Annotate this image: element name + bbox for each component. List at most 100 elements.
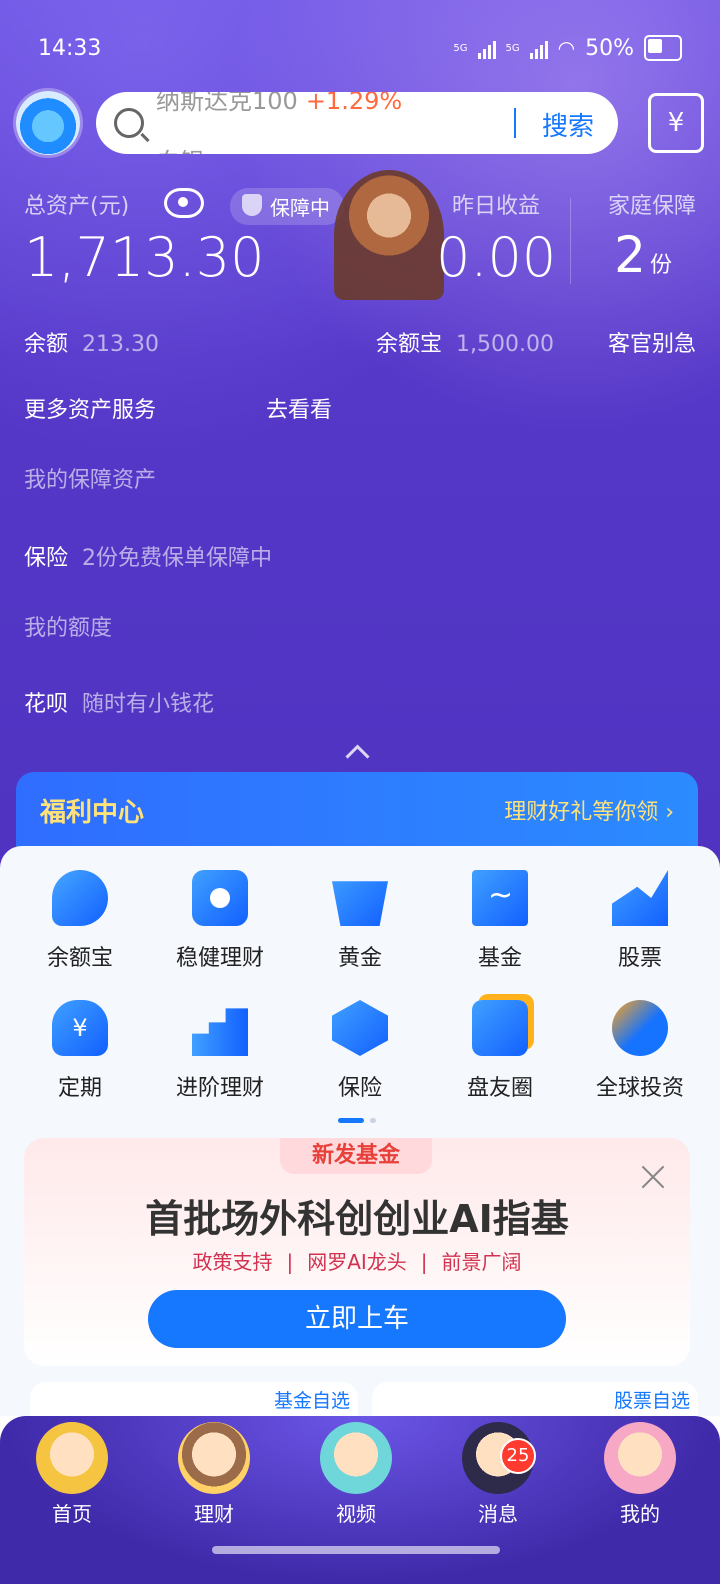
my-protect-heading: 我的保障资产 [24,468,157,493]
unread-badge: 25 [500,1438,536,1474]
total-assets-label: 总资产(元) [24,194,130,219]
chat-icon [472,1000,528,1056]
go-see-link[interactable]: 去看看 [266,392,332,424]
welfare-link[interactable]: 理财好礼等你领 › [504,794,674,826]
grid-item-gold[interactable]: 黄金 [290,870,430,972]
grid-item-steady[interactable]: 稳健理财 [150,870,290,972]
huabei-row[interactable]: 花呗 随时有小钱花 [24,686,696,718]
family-protection-value[interactable]: 2份 [614,226,672,284]
more-services-label: 更多资产服务 [24,398,157,423]
yuebao-entry[interactable]: 余额宝 1,500.00 [376,326,554,358]
welfare-title: 福利中心 [40,798,145,828]
bag-icon [192,870,248,926]
grid-item-stock[interactable]: 股票 [570,870,710,972]
grid-item-fund[interactable]: 基金 [430,870,570,972]
clock: 14:33 [38,35,102,61]
top-header: 纳斯达克100 +1.29% 白银 搜索 ¥ [16,88,704,158]
stock-icon [612,870,668,926]
battery-percent: 50% [585,35,634,61]
insurance-key: 保险 [24,546,69,571]
yesterday-earnings-value[interactable]: 0.00 [436,226,556,289]
family-unit: 份 [649,253,672,278]
grid-item-fixed[interactable]: ¥ 定期 [10,1000,150,1102]
promo-card[interactable]: 新发基金 首批场外科创创业AI指基 政策支持 | 网罗AI龙头 | 前景广阔 立即上车 [24,1138,690,1366]
home-indicator [212,1546,500,1554]
tab-messages[interactable]: 25 消息 [448,1422,548,1527]
bottom-tab-bar: 首页 理财 视频 25 消息 我的 [0,1416,720,1584]
family-protection-label: 家庭保障 [607,194,696,219]
ticker-change: +1.29% [305,92,403,115]
total-assets-value[interactable]: 1,713.30 [24,226,264,289]
tab-me[interactable]: 我的 [590,1422,690,1527]
grid-label: 股票 [617,946,662,971]
insurance-row[interactable]: 保险 2份免费保单保障中 [24,540,696,572]
main-sheet: 余额宝 稳健理财 黄金 基金 股票 ¥ 定期 进阶理财 保险 盘友圈 全球投资 新… [0,846,720,1416]
hexagon-icon [332,1000,388,1056]
ticker-next: 白银 [156,142,204,154]
promo-title: 首批场外科创创业AI指基 [145,1197,569,1241]
me-avatar-icon [604,1422,676,1494]
huabei-key: 花呗 [24,692,69,717]
yuebao-key: 余额宝 [376,332,443,357]
board-now-button[interactable]: 立即上车 [148,1290,566,1348]
tab-label: 首页 [52,1502,92,1526]
promo-tag: 新发基金 [280,1138,432,1174]
service-grid: 余额宝 稳健理财 黄金 基金 股票 ¥ 定期 进阶理财 保险 盘友圈 全球投资 [10,870,710,1102]
shield-icon [242,194,262,216]
more-services-row[interactable]: 更多资产服务 去看看 [24,392,696,424]
page-indicator [338,1118,376,1123]
protect-badge[interactable]: 保障中 [230,188,344,225]
assistant-avatar-icon[interactable] [16,91,80,155]
promo-subtitle: 政策支持 | 网罗AI龙头 | 前景广阔 [192,1250,522,1274]
ticker-name: 纳斯达克100 [156,92,298,115]
grid-item-global[interactable]: 全球投资 [570,1000,710,1102]
yuebao-icon [52,870,108,926]
grid-label: 保险 [337,1076,382,1101]
balance-key: 余额 [24,332,69,357]
grid-label: 进阶理财 [175,1076,264,1101]
promo-point: 前景广阔 [441,1250,522,1274]
divider [570,198,571,284]
globe-icon [612,1000,668,1056]
gold-icon [332,881,388,926]
guest-text[interactable]: 客官别急 [608,326,696,358]
grid-item-insurance[interactable]: 保险 [290,1000,430,1102]
grid-item-yuebao[interactable]: 余额宝 [10,870,150,972]
status-bar: 14:33 5G 5G ◠ 50% [38,30,682,66]
network-label-2: 5G [505,42,520,54]
promo-point: 政策支持 [192,1250,273,1274]
tab-label: 消息 [478,1502,518,1526]
family-count: 2 [614,226,646,284]
grid-item-advanced[interactable]: 进阶理财 [150,1000,290,1102]
tab-video[interactable]: 视频 [306,1422,406,1527]
my-quota-heading: 我的额度 [24,616,113,641]
protect-label: 保障中 [270,196,330,220]
balance-row[interactable]: 余额 213.30 余额宝 1,500.00 客官别急 [24,326,696,358]
balance-value: 213.30 [82,332,159,357]
close-icon[interactable] [640,1164,666,1190]
grid-label: 盘友圈 [466,1076,533,1101]
search-icon [114,108,144,138]
search-bar[interactable]: 纳斯达克100 +1.29% 白银 搜索 [96,92,618,154]
eye-icon[interactable] [164,188,204,218]
tab-home[interactable]: 首页 [22,1422,122,1527]
battery-icon [644,35,682,61]
search-divider [514,108,516,138]
grid-item-community[interactable]: 盘友圈 [430,1000,570,1102]
red-packet-icon[interactable]: ¥ [648,93,704,153]
network-label-1: 5G [453,42,468,54]
bars-icon [192,1008,248,1056]
yesterday-earnings-label: 昨日收益 [452,194,541,219]
yuebao-value: 1,500.00 [456,332,554,357]
asset-summary: 总资产(元) 保障中 1,713.30 昨日收益 0.00 家庭保障 2份 [24,170,696,300]
grid-label: 余额宝 [46,946,113,971]
tab-label: 理财 [194,1502,234,1526]
money-bag-icon: ¥ [52,1000,108,1056]
tab-wealth[interactable]: 理财 [164,1422,264,1527]
stock-watchlist-label: 股票自选 [613,1390,690,1412]
search-button[interactable]: 搜索 [542,106,594,143]
promo-point: 网罗AI龙头 [307,1250,407,1274]
fund-icon [472,870,528,926]
grid-label: 全球投资 [595,1076,684,1101]
grid-label: 稳健理财 [175,946,264,971]
